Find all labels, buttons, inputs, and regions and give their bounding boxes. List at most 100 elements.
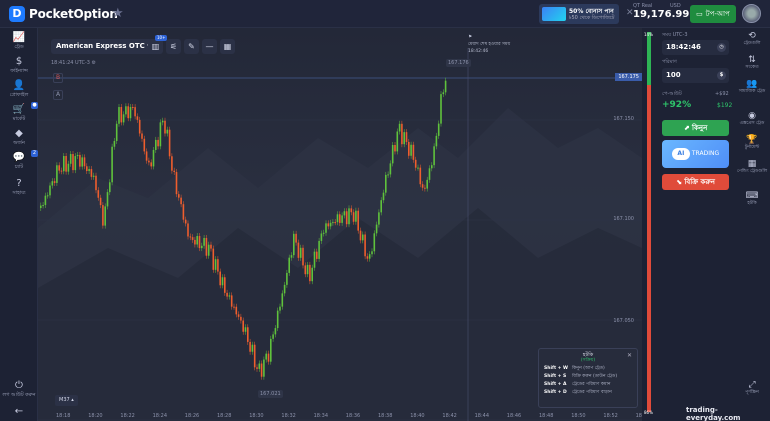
candle — [171, 156, 173, 171]
indicators-button[interactable]: ⚟ — [166, 39, 181, 54]
settings-icon[interactable]: ⚙ — [92, 60, 96, 66]
drawing-button[interactable]: ✎ — [184, 39, 199, 54]
candle — [373, 233, 376, 252]
candle — [286, 272, 288, 285]
arrow-down-icon: ⬊ — [676, 178, 682, 186]
asset-name: American Express OTC — [56, 42, 145, 50]
nav-item-tournaments[interactable]: 🏆 টুর্নামেন্ট — [734, 135, 770, 150]
nav-item-trades[interactable]: ⟲ ট্রেডগুলি — [734, 31, 770, 46]
hotkey-desc: ট্রেডের পরিমাণ কমান — [572, 382, 611, 387]
sell-label: বিক্রি করুন — [684, 178, 715, 186]
nav-item-help[interactable]: ? সাহায্য — [0, 178, 38, 198]
minus-button[interactable]: — — [202, 39, 217, 54]
candle — [375, 224, 378, 234]
fullscreen-label: পূর্ণস্ক্রিন — [745, 390, 759, 395]
candle — [99, 197, 102, 206]
nav-item-pending[interactable]: ▦ পেন্ডিং ট্রেডগুলি — [734, 159, 770, 174]
candle — [178, 194, 180, 198]
deposit-button[interactable]: ▭ টপ-আপ — [690, 5, 736, 23]
logout-label: লগ আউট করুন — [2, 392, 36, 398]
close-icon[interactable]: ✕ — [627, 352, 632, 359]
x-axis-label: 18:48 — [539, 413, 554, 419]
candle — [403, 132, 405, 145]
candle — [83, 157, 86, 167]
nav-item-market[interactable]: 🛒 মার্কেট ● — [0, 102, 38, 124]
x-axis-label: 18:32 — [281, 413, 296, 419]
candle — [437, 123, 440, 136]
nav-item-trade[interactable]: 📈 ট্রেড — [0, 32, 38, 52]
account-currency: USD — [670, 3, 681, 9]
nav-item-chat[interactable]: 💬 চ্যাট 2 — [0, 150, 38, 172]
hotkey-row: Shift + D ট্রেডের পরিমাণ বাড়ান — [544, 389, 632, 397]
candle — [212, 248, 215, 270]
history-icon: ⟲ — [748, 31, 756, 41]
candle — [247, 327, 249, 342]
nav-item-finance[interactable]: $ ফাইন্যান্স — [0, 56, 38, 76]
deposit-label: টপ-আপ — [705, 10, 730, 18]
candle — [205, 237, 208, 256]
amount-value: 100 — [666, 71, 681, 79]
buy-button[interactable]: ⬈ কিনুন — [662, 120, 729, 136]
candle — [134, 107, 136, 117]
hotkey-row: Shift + A ট্রেডের পরিমাণ কমান — [544, 381, 632, 389]
candle — [283, 284, 286, 294]
account-selector[interactable]: QT Real 19,176.99 ▾ — [633, 3, 696, 20]
candle — [67, 163, 70, 172]
nav-item-social[interactable]: 👥 সামাজিক ট্রেড — [734, 79, 770, 94]
candle — [157, 139, 159, 147]
clock-icon[interactable]: ◷ — [717, 43, 726, 52]
nav-item-profile[interactable]: 👤 প্রোফাইল — [0, 80, 38, 100]
nav-item-achievements[interactable]: ◆ অর্জন — [0, 128, 38, 148]
x-axis-label: 18:42 — [442, 413, 457, 419]
hotkey-desc: বিক্রি করুন (ডাউন ট্রেড) — [572, 374, 618, 379]
flag-icon: ⚑ — [468, 35, 473, 40]
candle — [56, 165, 58, 183]
candle — [336, 214, 339, 223]
candle — [426, 179, 428, 189]
candle — [389, 163, 392, 175]
candle — [210, 244, 212, 249]
layout-button[interactable]: ▦ — [220, 39, 235, 54]
social-icon: 👥 — [746, 79, 758, 89]
ai-trading-button[interactable]: AI TRADING — [662, 140, 729, 168]
nav-label: ট্রেডগুলি — [743, 41, 761, 46]
bonus-banner[interactable]: 50% বোনাস পান ৳50 থেকে ডিপোজিটে — [539, 4, 619, 24]
collapse-sidebar-button[interactable]: ← — [0, 406, 38, 417]
candle — [132, 107, 134, 109]
candle — [433, 146, 435, 166]
avatar[interactable] — [742, 4, 761, 23]
auto-tool[interactable]: A — [53, 90, 63, 100]
sell-button[interactable]: ⬊ বিক্রি করুন — [662, 174, 729, 190]
nav-label: প্রোফাইল — [9, 92, 29, 98]
payout-label: পে-আউট — [662, 91, 682, 97]
timeframe-selector[interactable]: M37 ▴ — [55, 395, 78, 406]
candle — [40, 205, 42, 208]
asset-selector[interactable]: American Express OTC ▾ — [51, 39, 156, 54]
candle — [63, 156, 65, 172]
x-axis-label: 18:50 — [571, 413, 586, 419]
price-chart[interactable]: American Express OTC ▾ ▥ 10+ ⚟ ✎ — ▦ 18:… — [38, 28, 642, 421]
chart-type-button[interactable]: ▥ — [148, 39, 163, 54]
candle — [214, 259, 217, 270]
logout-button[interactable]: ⏻ লগ আউট করুন — [0, 380, 38, 400]
logo[interactable]: D PocketOption — [9, 6, 118, 22]
buy-marker-tool[interactable]: B — [53, 73, 63, 83]
amount-input[interactable]: 100 $ — [662, 68, 729, 83]
dollar-icon[interactable]: $ — [717, 71, 726, 80]
nav-item-express[interactable]: ◉ এক্সপ্রেস ট্রেড — [734, 111, 770, 126]
time-input[interactable]: 18:42:46 ◷ — [662, 40, 729, 55]
candle — [224, 277, 226, 293]
trophy-icon: 🏆 — [746, 135, 758, 145]
nav-item-signals[interactable]: ⇅ সংকেত — [734, 55, 770, 70]
balance-main: 19,176 — [633, 9, 672, 20]
buy-sentiment-fill — [647, 32, 651, 86]
candle — [359, 230, 362, 241]
candle — [86, 166, 88, 172]
favorite-star-icon[interactable]: ★ — [112, 6, 124, 21]
nav-label: সাহায্য — [12, 190, 26, 196]
nav-item-hotkeys[interactable]: ⌨ হটকি — [734, 191, 770, 206]
candle — [196, 236, 198, 245]
fullscreen-button[interactable]: ⤢ পূর্ণস্ক্রিন — [734, 380, 770, 395]
y-axis-label: 167.150 — [613, 116, 634, 122]
candle — [102, 205, 104, 226]
